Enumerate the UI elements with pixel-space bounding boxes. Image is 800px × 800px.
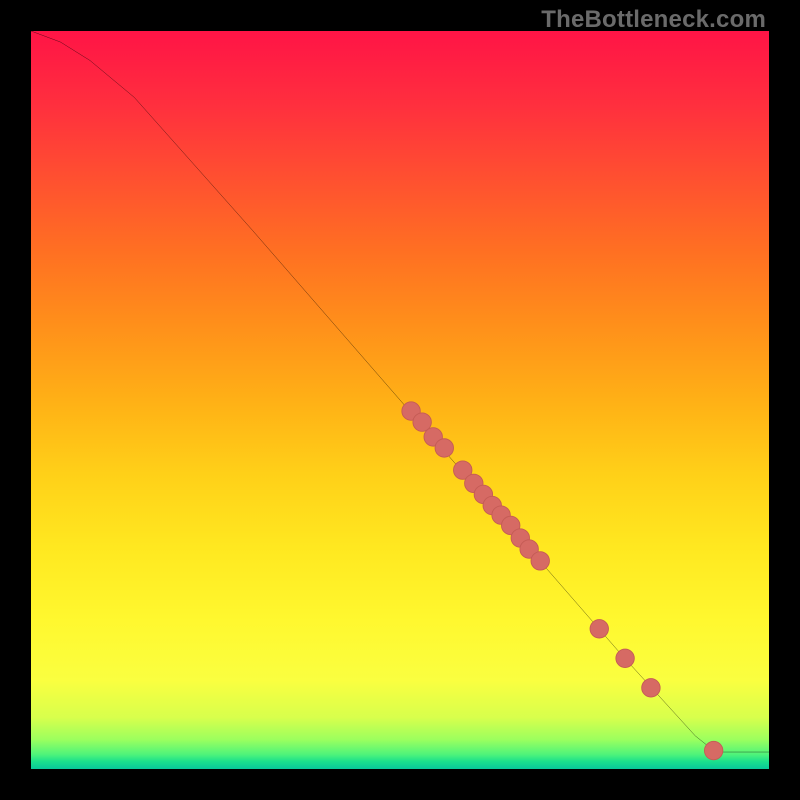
chart-frame: TheBottleneck.com <box>0 0 800 800</box>
watermark-text: TheBottleneck.com <box>541 6 766 34</box>
curve-line <box>31 31 769 752</box>
chart-svg <box>31 31 769 769</box>
plot-area <box>31 31 769 769</box>
data-point <box>616 649 634 667</box>
data-point <box>531 552 549 570</box>
data-point <box>590 620 608 638</box>
data-points <box>402 402 723 760</box>
data-point <box>642 679 660 697</box>
data-point <box>435 439 453 457</box>
data-point <box>704 741 722 759</box>
